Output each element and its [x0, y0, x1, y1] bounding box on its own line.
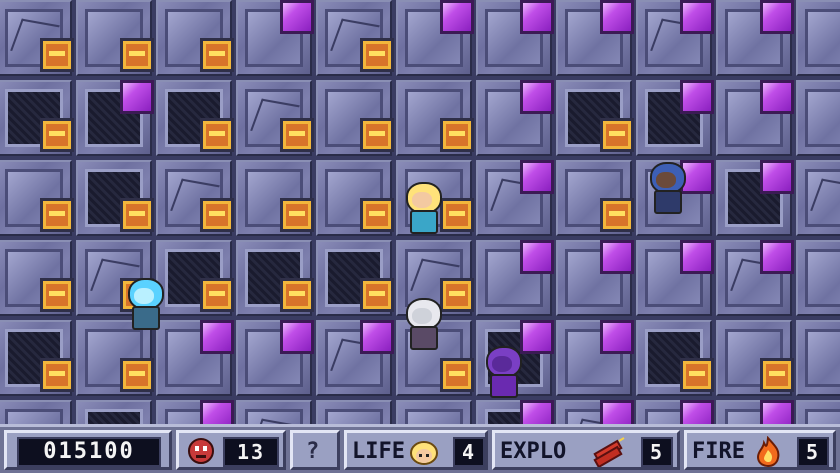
brick-block: [360, 118, 394, 152]
floor-tile: [796, 80, 840, 156]
crystal-block: [600, 320, 634, 354]
crystal-block: [680, 240, 714, 274]
crystal-block: [520, 240, 554, 274]
brick-block: [600, 118, 634, 152]
brick-block: [200, 38, 234, 72]
brick-block: [120, 38, 154, 72]
crystal-block: [280, 0, 314, 34]
fire-label: FIRE: [692, 439, 745, 464]
game-screen: 015100 13 ? LIFE 4 EXPLO 5 FIRE 5: [0, 0, 840, 473]
life-label: LIFE: [352, 439, 405, 464]
crystal-block: [280, 320, 314, 354]
crystal-block: [520, 80, 554, 114]
brick-block: [120, 358, 154, 392]
blue-hooded-enemy: [646, 162, 686, 214]
crystal-block: [520, 320, 554, 354]
enemy-count-value: 13: [223, 437, 279, 467]
brick-block: [440, 118, 474, 152]
crystal-block: [600, 240, 634, 274]
explo-label: EXPLO: [500, 439, 567, 464]
flame-icon: [756, 436, 780, 468]
explosive-panel: EXPLO 5: [492, 430, 680, 470]
brick-block: [280, 118, 314, 152]
brick-block: [40, 198, 74, 232]
dynamite-icon: [593, 437, 625, 467]
brick-block: [40, 38, 74, 72]
floor-tile: [796, 320, 840, 396]
enemy-count-panel: 13: [176, 430, 286, 470]
floor-tile: [796, 160, 840, 236]
brick-block: [440, 278, 474, 312]
brick-block: [40, 358, 74, 392]
mystery-panel: ?: [290, 430, 340, 470]
brick-block: [360, 38, 394, 72]
brick-block: [360, 278, 394, 312]
brick-block: [680, 358, 714, 392]
spark-enemy: [124, 278, 164, 330]
explo-value: 5: [641, 437, 673, 467]
brick-block: [280, 198, 314, 232]
crystal-block: [520, 0, 554, 34]
brick-block: [200, 118, 234, 152]
hero-face-icon: [410, 441, 438, 465]
crystal-block: [120, 80, 154, 114]
life-value: 4: [453, 437, 485, 467]
life-panel: LIFE 4: [344, 430, 488, 470]
ghost-enemy: [402, 298, 442, 350]
brick-block: [40, 118, 74, 152]
crystal-block: [760, 240, 794, 274]
status-bar: 015100 13 ? LIFE 4 EXPLO 5 FIRE 5: [0, 424, 840, 473]
crystal-block: [200, 320, 234, 354]
crystal-block: [360, 320, 394, 354]
brick-block: [200, 278, 234, 312]
crystal-block: [760, 0, 794, 34]
crystal-block: [760, 80, 794, 114]
brick-block: [760, 358, 794, 392]
game-board[interactable]: [0, 0, 840, 473]
mystery-symbol: ?: [306, 439, 320, 464]
brick-block: [440, 358, 474, 392]
crystal-block: [440, 0, 474, 34]
fire-value: 5: [797, 437, 829, 467]
brick-block: [360, 198, 394, 232]
score-value: 015100: [17, 437, 161, 467]
brick-block: [200, 198, 234, 232]
brick-block: [600, 198, 634, 232]
crystal-block: [680, 80, 714, 114]
crystal-block: [520, 160, 554, 194]
player-character: [402, 182, 442, 234]
brick-block: [440, 198, 474, 232]
crystal-block: [760, 160, 794, 194]
enemy-face-icon: [188, 438, 214, 464]
floor-tile: [796, 0, 840, 76]
brick-block: [280, 278, 314, 312]
score-panel: 015100: [4, 430, 172, 470]
purple-wizard-enemy: [482, 346, 522, 398]
fire-panel: FIRE 5: [684, 430, 836, 470]
crystal-block: [680, 0, 714, 34]
crystal-block: [600, 0, 634, 34]
brick-block: [40, 278, 74, 312]
brick-block: [120, 198, 154, 232]
floor-tile: [796, 240, 840, 316]
